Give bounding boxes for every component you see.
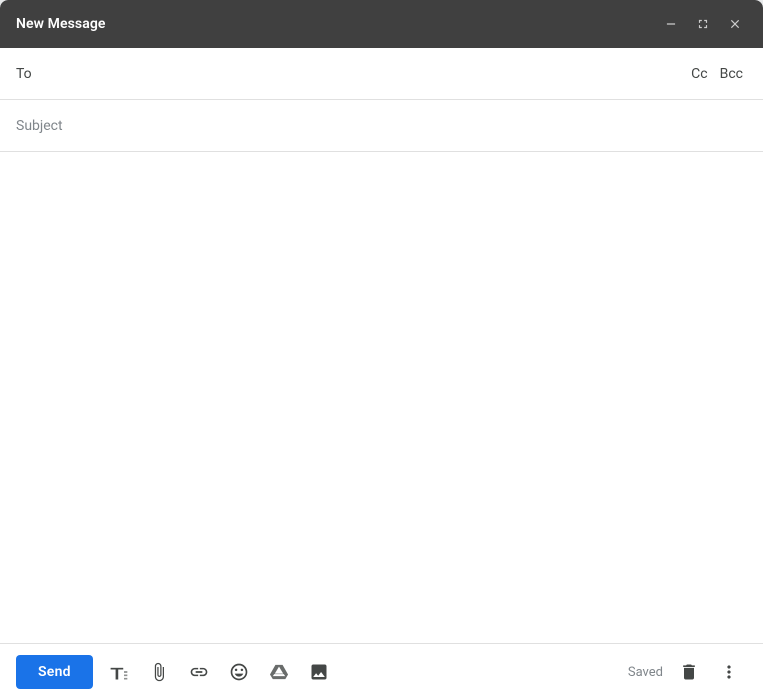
to-input[interactable] [56, 52, 687, 96]
minimize-button[interactable] [659, 12, 683, 36]
emoji-icon [229, 662, 249, 682]
compose-header: New Message [0, 0, 763, 48]
attach-button[interactable] [141, 654, 177, 690]
drive-icon [269, 662, 289, 682]
photo-button[interactable] [301, 654, 337, 690]
delete-icon [679, 662, 699, 682]
link-button[interactable] [181, 654, 217, 690]
compose-footer: Send [0, 643, 763, 700]
subject-row [0, 100, 763, 152]
saved-status: Saved [628, 665, 663, 680]
format-text-button[interactable] [101, 654, 137, 690]
photo-icon [309, 662, 329, 682]
send-button[interactable]: Send [16, 655, 93, 689]
attach-icon [149, 662, 169, 682]
message-textarea[interactable] [16, 164, 747, 631]
link-icon [189, 662, 209, 682]
header-actions [659, 12, 747, 36]
compose-title: New Message [16, 16, 106, 32]
compose-window: New Message To [0, 0, 763, 700]
message-body-area [0, 152, 763, 643]
compose-body: To Cc Bcc [0, 48, 763, 643]
format-text-icon [109, 662, 129, 682]
bcc-button[interactable]: Bcc [716, 64, 747, 84]
subject-input[interactable] [16, 104, 747, 148]
drive-button[interactable] [261, 654, 297, 690]
delete-button[interactable] [671, 654, 707, 690]
cc-bcc-area: Cc Bcc [687, 64, 747, 84]
more-options-icon [719, 662, 739, 682]
more-options-button[interactable] [711, 654, 747, 690]
close-button[interactable] [723, 12, 747, 36]
cc-button[interactable]: Cc [687, 64, 711, 84]
emoji-button[interactable] [221, 654, 257, 690]
to-label: To [16, 66, 56, 82]
expand-button[interactable] [691, 12, 715, 36]
to-row: To Cc Bcc [0, 48, 763, 100]
